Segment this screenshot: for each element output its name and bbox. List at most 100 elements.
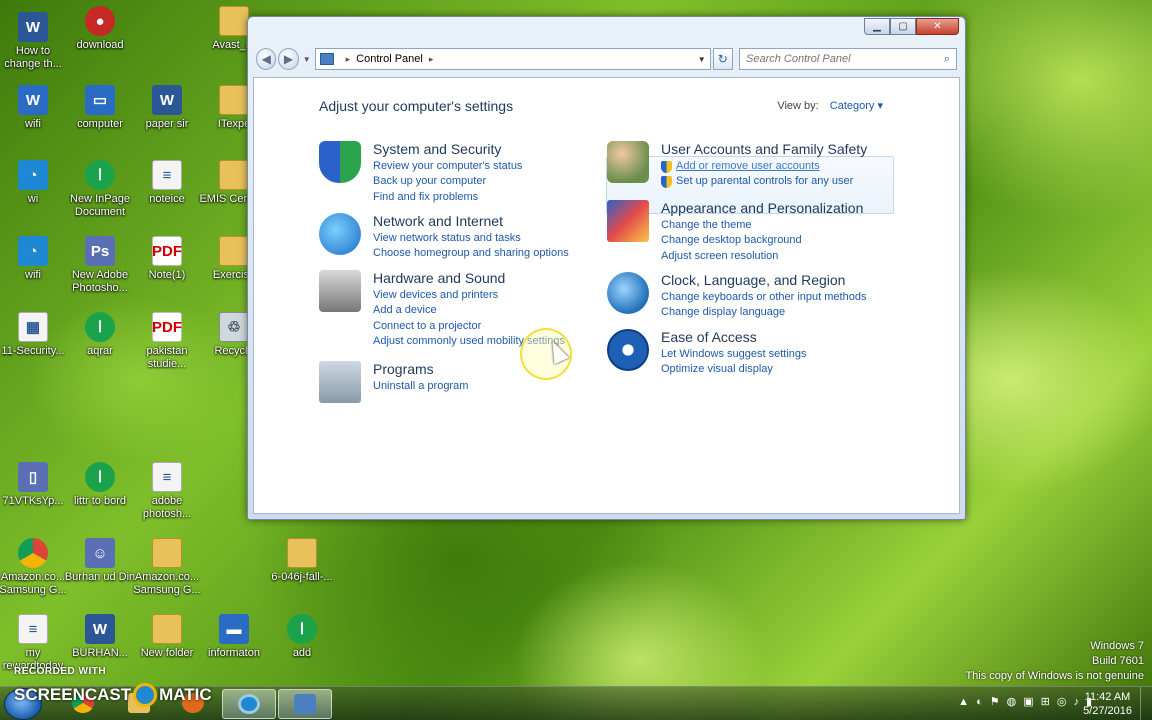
users-icon[interactable]: [607, 141, 649, 183]
show-desktop-button[interactable]: [1140, 687, 1152, 720]
desktop-icon[interactable]: ا aqrar: [64, 312, 136, 358]
desktop-icon[interactable]: PDF pakistan studie...: [131, 312, 203, 371]
category-link[interactable]: View devices and printers: [373, 288, 603, 303]
category-link[interactable]: Change keyboards or other input methods: [661, 290, 891, 305]
desktop-icon[interactable]: ≡ my rewardtoday: [0, 614, 69, 673]
desktop-icon[interactable]: ≡ noteice: [131, 160, 203, 206]
category-link-label: Optimize visual display: [661, 363, 773, 376]
desktop-icon[interactable]: New folder: [131, 614, 203, 660]
tray-icon[interactable]: ◍: [1007, 695, 1017, 708]
search-input[interactable]: [746, 53, 944, 65]
breadcrumb-separator-icon[interactable]: ▸: [346, 54, 351, 65]
category-title[interactable]: Clock, Language, and Region: [661, 272, 891, 289]
tray-icon[interactable]: ⚑: [990, 695, 1000, 708]
category-link[interactable]: Review your computer's status: [373, 159, 603, 174]
refresh-button[interactable]: ↻: [712, 48, 733, 70]
category-text: Clock, Language, and Region Change keyboa…: [661, 272, 891, 321]
category-link[interactable]: Let Windows suggest settings: [661, 347, 891, 362]
category-link[interactable]: Change desktop background: [661, 233, 891, 248]
desktop-icon[interactable]: W BURHAN...: [64, 614, 136, 660]
shield-icon[interactable]: [319, 141, 361, 183]
folder-icon: [219, 85, 249, 115]
category-link[interactable]: Change the theme: [661, 218, 891, 233]
desktop-icon[interactable]: ≡ adobe photosh...: [131, 462, 203, 521]
category-title[interactable]: Appearance and Personalization: [661, 200, 891, 217]
desktop-icon[interactable]: ا littr to bord: [64, 462, 136, 508]
desktop-icon[interactable]: W How to change th...: [0, 12, 69, 71]
desktop-icon[interactable]: ▯ 71VTKsYp...: [0, 462, 69, 508]
category-link[interactable]: Back up your computer: [373, 174, 603, 189]
taskbar-screencast[interactable]: [222, 689, 276, 719]
address-dropdown-icon[interactable]: ▼: [698, 55, 710, 64]
desktop-icon[interactable]: Amazon.co... Samsung G...: [131, 538, 203, 597]
genuine-warning: This copy of Windows is not genuine: [965, 670, 1144, 682]
category-link[interactable]: Adjust screen resolution: [661, 249, 891, 264]
breadcrumb-control-panel[interactable]: Control Panel: [356, 53, 423, 65]
desktop-icon[interactable]: PDF Note(1): [131, 236, 203, 282]
category-link[interactable]: Add or remove user accounts: [661, 159, 891, 174]
category-link[interactable]: Set up parental controls for any user: [661, 174, 891, 189]
category-link[interactable]: Choose homegroup and sharing options: [373, 246, 603, 261]
desktop-icon[interactable]: Ps New Adobe Photosho...: [64, 236, 136, 295]
category-link[interactable]: Uninstall a program: [373, 379, 603, 394]
tray-icon[interactable]: ♪: [1073, 696, 1079, 708]
breadcrumb-separator-icon[interactable]: ▸: [429, 54, 434, 65]
text-doc-icon: ≡: [18, 614, 48, 644]
wifi-app-icon: W: [18, 85, 48, 115]
desktop-icon[interactable]: Amazon.co... Samsung G...: [0, 538, 69, 597]
category-text: Hardware and Sound View devices and print…: [373, 270, 603, 349]
search-icon[interactable]: ⌕: [944, 53, 950, 66]
category-link[interactable]: Find and fix problems: [373, 190, 603, 205]
recent-pages-dropdown[interactable]: ▼: [303, 55, 311, 64]
desktop-icon[interactable]: Wpaper sir: [131, 85, 203, 131]
tray-icon[interactable]: ◐: [976, 696, 983, 708]
desktop-icon[interactable]: Wwifi: [0, 85, 69, 131]
minimize-button[interactable]: ▁: [864, 18, 890, 35]
view-by: View by: Category ▾: [777, 99, 883, 112]
desktop-icon[interactable]: ● download: [64, 6, 136, 52]
category-title[interactable]: Network and Internet: [373, 213, 603, 230]
desktop-icon[interactable]: 6-046j-fall-...: [266, 538, 338, 584]
close-button[interactable]: ✕: [916, 18, 959, 35]
category-title[interactable]: System and Security: [373, 141, 603, 158]
maximize-button[interactable]: ▢: [890, 18, 916, 35]
category-link-label: Add or remove user accounts: [676, 160, 820, 172]
category-link[interactable]: Add a device: [373, 303, 603, 318]
programs-icon[interactable]: [319, 361, 361, 403]
category-link[interactable]: Change display language: [661, 305, 891, 320]
desktop-icon-label: aqrar: [87, 345, 113, 357]
desktop-icon-label: Note(1): [148, 269, 186, 281]
forward-button[interactable]: ▶: [278, 48, 299, 70]
taskbar-control-panel[interactable]: [278, 689, 332, 719]
category-link[interactable]: Optimize visual display: [661, 362, 891, 377]
folder-icon: [152, 614, 182, 644]
os-build: Build 7601: [1092, 655, 1144, 667]
tray-icon[interactable]: ▲: [958, 696, 969, 708]
network-icon[interactable]: [319, 213, 361, 255]
category-title[interactable]: User Accounts and Family Safety: [661, 141, 891, 158]
desktop-icon[interactable]: ◔ wi: [0, 160, 69, 206]
category-link[interactable]: View network status and tasks: [373, 231, 603, 246]
back-button[interactable]: ◀: [256, 48, 277, 70]
tray-icon[interactable]: ◎: [1057, 695, 1067, 708]
category-title[interactable]: Ease of Access: [661, 329, 891, 346]
desktop-icon[interactable]: ◔ wifi: [0, 236, 69, 282]
desktop-icon[interactable]: ا add: [266, 614, 338, 660]
desktop-icon[interactable]: ▭ computer: [64, 85, 136, 131]
printer-icon[interactable]: [319, 270, 361, 312]
ease-of-access-icon[interactable]: [607, 329, 649, 371]
desktop-icon[interactable]: ▬ informaton: [198, 614, 270, 660]
tray-icon[interactable]: ▣: [1023, 695, 1033, 708]
address-bar[interactable]: ▸ Control Panel ▸ ▼: [314, 48, 711, 70]
search-box[interactable]: ⌕: [739, 48, 957, 70]
desktop-icon[interactable]: ا New InPage Document: [64, 160, 136, 219]
desktop-icon[interactable]: ▦ 11-Security...: [0, 312, 69, 358]
clock[interactable]: 11:42 AM 5/27/2016: [1083, 690, 1132, 718]
category-link[interactable]: Connect to a projector: [373, 319, 603, 334]
desktop-icon[interactable]: ☺ Burhan ud Din: [64, 538, 136, 584]
tray-icon[interactable]: ⊞: [1041, 695, 1050, 708]
globe-clock-icon[interactable]: [607, 272, 649, 314]
category-title[interactable]: Hardware and Sound: [373, 270, 603, 287]
view-by-dropdown[interactable]: Category ▾: [830, 100, 883, 112]
appearance-icon[interactable]: [607, 200, 649, 242]
